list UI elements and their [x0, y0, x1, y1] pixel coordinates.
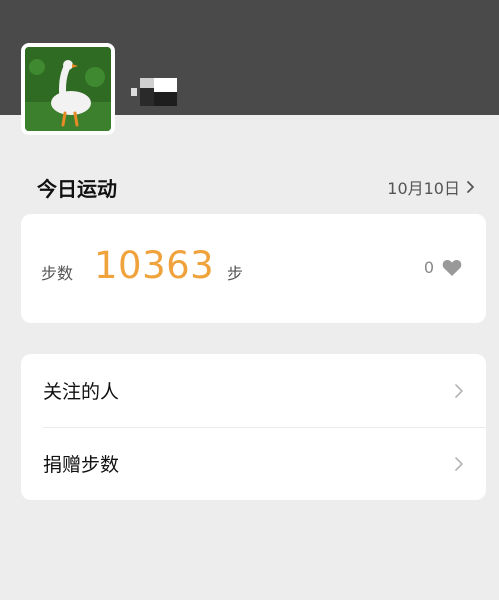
- like-count: 0: [423, 258, 434, 277]
- today-title: 今日运动: [37, 177, 117, 201]
- username-redacted: [131, 78, 177, 106]
- menu-item-following[interactable]: 关注的人: [21, 354, 486, 427]
- redacted-name-icon: [131, 78, 177, 106]
- steps-value: 10363: [94, 244, 215, 287]
- menu-card: 关注的人 捐赠步数: [21, 354, 486, 500]
- steps-unit: 步: [227, 264, 244, 283]
- menu-item-label: 捐赠步数: [43, 454, 120, 476]
- avatar[interactable]: [21, 43, 115, 135]
- date-selector[interactable]: 10月10日: [387, 175, 475, 199]
- goose-avatar-icon: [25, 47, 111, 131]
- date-label: 10月10日: [387, 179, 460, 198]
- chevron-right-icon: [467, 181, 474, 193]
- like-button[interactable]: 0: [424, 258, 462, 277]
- heart-icon: [442, 259, 462, 276]
- menu-item-donate-steps[interactable]: 捐赠步数: [21, 427, 486, 500]
- steps-label: 步数: [41, 264, 74, 283]
- chevron-right-icon: [455, 456, 463, 471]
- chevron-right-icon: [455, 383, 463, 398]
- menu-item-label: 关注的人: [43, 381, 120, 403]
- steps-card: 步数 10363 步 0: [21, 214, 486, 323]
